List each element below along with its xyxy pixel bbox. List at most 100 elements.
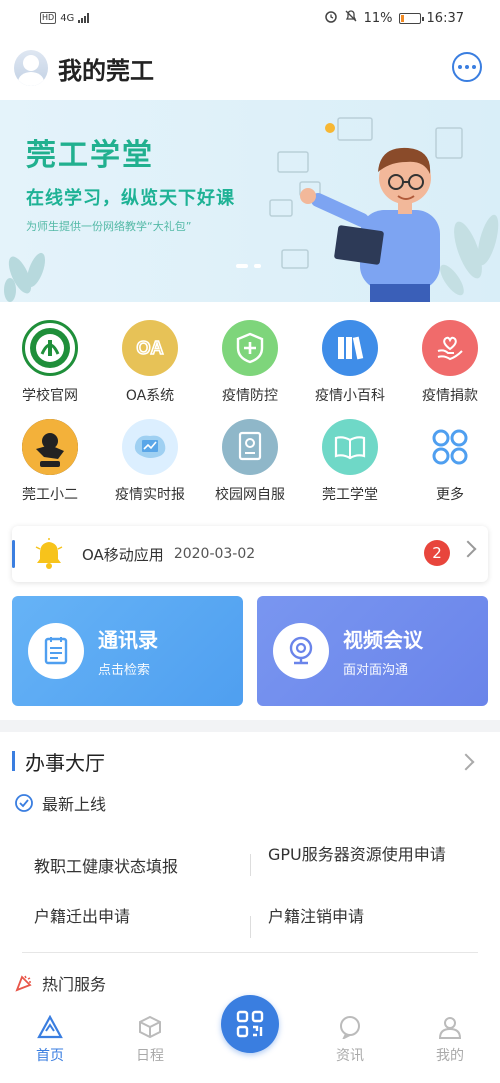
divider bbox=[22, 952, 478, 953]
app-grid: 学校官网 OA OA系统 疫情防控 疫情小百科 疫情捐款 莞工小二 疫情实时报 … bbox=[0, 302, 500, 504]
carousel-dot bbox=[236, 264, 248, 268]
subsection-title: 最新上线 bbox=[42, 795, 107, 814]
svg-text:OA: OA bbox=[137, 338, 164, 358]
news-icon bbox=[340, 1016, 360, 1039]
card-title: 通讯录 bbox=[98, 628, 158, 652]
carousel-dot bbox=[254, 264, 261, 268]
video-meeting-card[interactable]: 视频会议 面对面沟通 bbox=[257, 596, 488, 706]
app-label: 学校官网 bbox=[22, 388, 78, 404]
contacts-card[interactable]: 通讯录 点击检索 bbox=[12, 596, 243, 706]
profile-icon bbox=[438, 1017, 462, 1039]
more-options-button[interactable] bbox=[452, 52, 482, 82]
mute-icon bbox=[344, 9, 358, 27]
app-label: 莞工小二 bbox=[22, 487, 78, 503]
promo-banner[interactable]: 莞工学堂 在线学习，纵览天下好课 为师生提供一份网络教学“大礼包” bbox=[0, 100, 500, 302]
app-label: 莞工学堂 bbox=[322, 487, 378, 503]
tab-schedule[interactable]: 日程 bbox=[100, 1005, 200, 1083]
tab-label: 日程 bbox=[136, 1048, 164, 1064]
service-item[interactable]: 户籍注销申请 bbox=[250, 892, 478, 942]
dot-icon bbox=[458, 65, 462, 69]
mascot-icon bbox=[22, 419, 78, 475]
open-book-icon bbox=[322, 419, 378, 475]
app-label: 疫情捐款 bbox=[422, 388, 478, 404]
donation-heart-icon bbox=[422, 320, 478, 376]
banner-subtitle: 在线学习，纵览天下好课 bbox=[26, 188, 235, 209]
tab-label: 首页 bbox=[36, 1048, 64, 1064]
quick-cards: 通讯录 点击检索 视频会议 面对面沟通 bbox=[0, 582, 500, 706]
app-label: 更多 bbox=[436, 487, 464, 503]
page-title: 我的莞工 bbox=[58, 56, 154, 85]
unread-badge: 2 bbox=[424, 540, 450, 566]
app-label: 疫情实时报 bbox=[115, 487, 185, 503]
banner-title: 莞工学堂 bbox=[26, 138, 154, 173]
chevron-right-icon bbox=[459, 540, 477, 558]
app-epidemic-donation[interactable]: 疫情捐款 bbox=[400, 320, 500, 405]
app-campus-network-service[interactable]: 校园网自服 bbox=[200, 419, 300, 504]
qr-scan-icon bbox=[236, 1010, 264, 1038]
app-label: 疫情防控 bbox=[222, 388, 278, 404]
service-hall: 办事大厅 最新上线 教职工健康状态填报 GPU服务器资源使用申请 户籍迁出申请 … bbox=[0, 732, 500, 1003]
shield-plus-icon bbox=[222, 320, 278, 376]
bell-icon bbox=[35, 538, 63, 569]
schedule-icon bbox=[139, 1015, 161, 1039]
battery-percent: 11% bbox=[363, 10, 393, 26]
latest-header: 最新上线 bbox=[12, 790, 488, 816]
tab-label: 资讯 bbox=[336, 1048, 364, 1064]
school-logo-icon bbox=[22, 320, 78, 376]
avatar[interactable] bbox=[14, 50, 48, 86]
map-chart-icon bbox=[122, 419, 178, 475]
check-clock-icon bbox=[15, 794, 33, 812]
scan-button[interactable] bbox=[221, 995, 279, 1053]
accent-bar bbox=[12, 751, 15, 771]
clock: 16:37 bbox=[426, 10, 464, 26]
app-epidemic-live-report[interactable]: 疫情实时报 bbox=[100, 419, 200, 504]
network-type: 4G bbox=[60, 12, 75, 24]
status-bar: HD 4G 11% 16:37 bbox=[0, 0, 500, 36]
subsection-title: 热门服务 bbox=[42, 975, 107, 994]
home-icon bbox=[37, 1015, 63, 1039]
tab-home[interactable]: 首页 bbox=[0, 1005, 100, 1083]
service-list: 教职工健康状态填报 GPU服务器资源使用申请 户籍迁出申请 户籍注销申请 bbox=[12, 830, 488, 942]
banner-description: 为师生提供一份网络教学“大礼包” bbox=[26, 220, 192, 233]
app-more[interactable]: 更多 bbox=[400, 419, 500, 504]
app-school-website[interactable]: 学校官网 bbox=[0, 320, 100, 405]
webcam-icon bbox=[273, 623, 329, 679]
alarm-icon bbox=[324, 9, 338, 27]
contacts-icon bbox=[28, 623, 84, 679]
carousel-indicator bbox=[236, 264, 261, 268]
card-title: 视频会议 bbox=[343, 628, 423, 652]
app-dgut-assistant[interactable]: 莞工小二 bbox=[0, 419, 100, 504]
hd-indicator: HD bbox=[40, 12, 57, 24]
app-label: 校园网自服 bbox=[215, 487, 285, 503]
app-dgut-academy[interactable]: 莞工学堂 bbox=[300, 419, 400, 504]
tab-profile[interactable]: 我的 bbox=[400, 1005, 500, 1083]
signal-icon bbox=[78, 13, 90, 23]
bottom-tab-bar: 首页 日程 资讯 我的 bbox=[0, 995, 500, 1083]
notification-text: OA移动应用 bbox=[82, 545, 164, 564]
service-hall-header[interactable]: 办事大厅 bbox=[12, 732, 488, 790]
party-popper-icon bbox=[15, 975, 32, 992]
notification-bar[interactable]: OA移动应用 2020-03-02 2 bbox=[12, 526, 488, 582]
service-item[interactable]: 教职工健康状态填报 bbox=[22, 830, 250, 892]
app-header: 我的莞工 bbox=[0, 36, 500, 100]
card-subtitle: 面对面沟通 bbox=[343, 663, 409, 678]
service-item[interactable]: 户籍迁出申请 bbox=[22, 892, 250, 942]
app-epidemic-wiki[interactable]: 疫情小百科 bbox=[300, 320, 400, 405]
more-grid-icon bbox=[422, 419, 478, 475]
section-divider bbox=[0, 720, 500, 732]
accent-bar bbox=[12, 540, 15, 568]
battery-icon bbox=[398, 12, 424, 24]
app-oa-system[interactable]: OA OA系统 bbox=[100, 320, 200, 405]
tab-news[interactable]: 资讯 bbox=[300, 1005, 400, 1083]
network-service-icon bbox=[222, 419, 278, 475]
oa-icon: OA bbox=[122, 320, 178, 376]
app-epidemic-control[interactable]: 疫情防控 bbox=[200, 320, 300, 405]
notification-date: 2020-03-02 bbox=[173, 546, 256, 562]
books-icon bbox=[322, 320, 378, 376]
dot-icon bbox=[472, 65, 476, 69]
tab-label: 我的 bbox=[436, 1048, 464, 1064]
service-item[interactable]: GPU服务器资源使用申请 bbox=[250, 830, 478, 892]
dot-icon bbox=[465, 65, 469, 69]
section-title: 办事大厅 bbox=[25, 750, 105, 775]
card-subtitle: 点击检索 bbox=[98, 663, 151, 678]
